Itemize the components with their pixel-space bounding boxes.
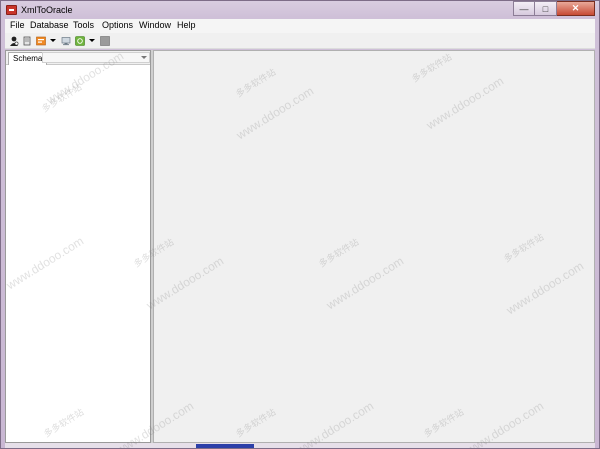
orange-db-icon[interactable]: [36, 36, 46, 46]
menu-tools[interactable]: Tools: [73, 20, 94, 30]
minimize-button[interactable]: —: [513, 1, 535, 16]
menu-bar: File Database Tools Options Window Help: [5, 19, 595, 33]
user-icon[interactable]: [9, 36, 19, 46]
scroll-icon[interactable]: [22, 36, 32, 46]
window-controls: — □ ✕: [513, 1, 595, 16]
title-bar[interactable]: XmlToOracle — □ ✕: [1, 1, 599, 20]
status-strip: [5, 443, 595, 448]
menu-database[interactable]: Database: [30, 20, 69, 30]
schema-tree[interactable]: [6, 66, 150, 442]
chevron-down-icon[interactable]: [50, 39, 56, 42]
schema-dropdown[interactable]: [42, 52, 150, 63]
maximize-button[interactable]: □: [535, 1, 557, 16]
green-run-icon[interactable]: [75, 36, 85, 46]
taskbar-indicator: [196, 444, 254, 448]
menu-options[interactable]: Options: [102, 20, 133, 30]
toolbar: [5, 33, 595, 49]
menu-help[interactable]: Help: [177, 20, 196, 30]
app-logo-icon: [6, 5, 17, 15]
mdi-workspace[interactable]: [153, 50, 595, 443]
tab-strip: Schema: [6, 51, 150, 65]
chevron-down-icon[interactable]: [89, 39, 95, 42]
menu-window[interactable]: Window: [139, 20, 171, 30]
close-button[interactable]: ✕: [557, 1, 595, 16]
window-title: XmlToOracle: [21, 5, 73, 15]
schema-panel: Schema: [5, 50, 151, 443]
monitor-icon[interactable]: [61, 36, 71, 46]
chevron-down-icon[interactable]: [141, 56, 147, 59]
stop-icon[interactable]: [100, 36, 110, 46]
app-window: XmlToOracle — □ ✕ File Database Tools Op…: [0, 0, 600, 449]
menu-file[interactable]: File: [10, 20, 25, 30]
